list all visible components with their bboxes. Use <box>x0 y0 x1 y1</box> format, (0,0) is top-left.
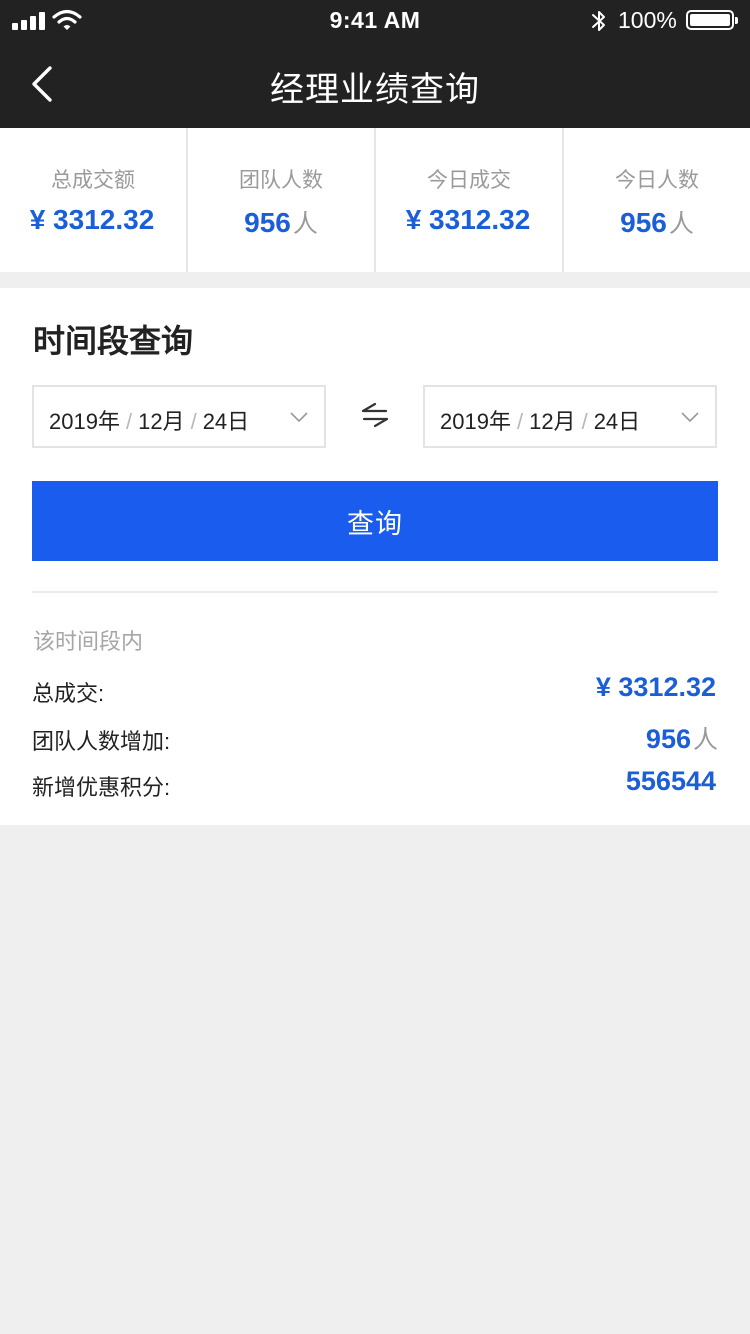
result-row-new-points: 新增优惠积分: 556544 <box>32 766 718 800</box>
row-number: 556544 <box>625 766 716 796</box>
stat-today-people: 今日人数 956人 <box>564 128 750 272</box>
chevron-down-icon <box>681 412 699 423</box>
status-bar: 9:41 AM 100% <box>0 0 750 40</box>
date-separator: / <box>581 409 588 434</box>
stat-label: 总成交额 <box>51 169 135 192</box>
stat-value: ¥ 3312.32 <box>376 204 562 236</box>
query-button[interactable]: 查询 <box>32 481 718 561</box>
end-year: 2019年 <box>440 409 511 434</box>
start-date-picker[interactable]: 2019年/12月/24日 <box>32 385 326 448</box>
stat-value: ¥ 3312.32 <box>0 204 186 236</box>
date-separator: / <box>125 409 133 434</box>
end-date-text: 2019年/12月/24日 <box>440 404 640 436</box>
period-label: 该时间段内 <box>33 629 144 654</box>
stat-label: 团队人数 <box>239 169 323 192</box>
section-title: 时间段查询 <box>33 323 194 359</box>
stat-today-turnover: 今日成交 ¥ 3312.32 <box>376 128 564 272</box>
divider <box>32 591 718 593</box>
battery-icon <box>686 10 738 30</box>
swap-arrows-icon <box>361 402 389 428</box>
end-date-picker[interactable]: 2019年/12月/24日 <box>423 385 717 448</box>
result-row-team-increase: 团队人数增加: 956人 <box>32 720 718 754</box>
row-value: 956人 <box>646 720 718 756</box>
row-number: 956 <box>645 724 691 754</box>
stat-total-turnover: 总成交额 ¥ 3312.32 <box>0 128 188 272</box>
page-title: 经理业绩查询 <box>270 71 480 109</box>
battery-percentage: 100% <box>618 7 677 33</box>
stat-label: 今日人数 <box>615 169 699 192</box>
chevron-down-icon <box>290 412 308 423</box>
row-number: ¥ 3312.32 <box>595 672 716 702</box>
row-value: ¥ 3312.32 <box>596 672 718 703</box>
bluetooth-icon <box>592 11 605 31</box>
stat-unit: 人 <box>668 210 694 238</box>
nav-bar: 经理业绩查询 <box>0 40 750 128</box>
stat-value: 956人 <box>188 204 374 240</box>
row-unit: 人 <box>692 726 718 754</box>
stat-number: 956 <box>620 207 667 238</box>
stat-label: 今日成交 <box>427 169 511 192</box>
start-day: 24日 <box>202 409 250 434</box>
stat-number: ¥ 3312.32 <box>29 204 155 235</box>
start-date-text: 2019年/12月/24日 <box>49 404 249 436</box>
stat-number: ¥ 3312.32 <box>405 204 531 235</box>
result-row-total-turnover: 总成交: ¥ 3312.32 <box>32 672 718 706</box>
stat-number: 956 <box>244 207 291 238</box>
date-separator: / <box>190 409 197 434</box>
row-value: 556544 <box>626 766 718 797</box>
date-separator: / <box>516 409 524 434</box>
header: 9:41 AM 100% 经理业绩查询 <box>0 0 750 128</box>
row-label: 团队人数增加: <box>32 729 171 754</box>
row-label: 新增优惠积分: <box>32 775 171 800</box>
start-year: 2019年 <box>49 409 120 434</box>
period-query-card: 时间段查询 2019年/12月/24日 2019年/12月/24日 查询 该时间… <box>0 288 750 825</box>
end-day: 24日 <box>593 409 641 434</box>
start-month: 12月 <box>138 409 185 434</box>
stat-value: 956人 <box>564 204 750 240</box>
row-label: 总成交: <box>32 681 105 706</box>
end-month: 12月 <box>529 409 576 434</box>
stats-summary: 总成交额 ¥ 3312.32 团队人数 956人 今日成交 ¥ 3312.32 … <box>0 128 750 272</box>
stat-team-size: 团队人数 956人 <box>188 128 376 272</box>
stat-unit: 人 <box>292 210 318 238</box>
